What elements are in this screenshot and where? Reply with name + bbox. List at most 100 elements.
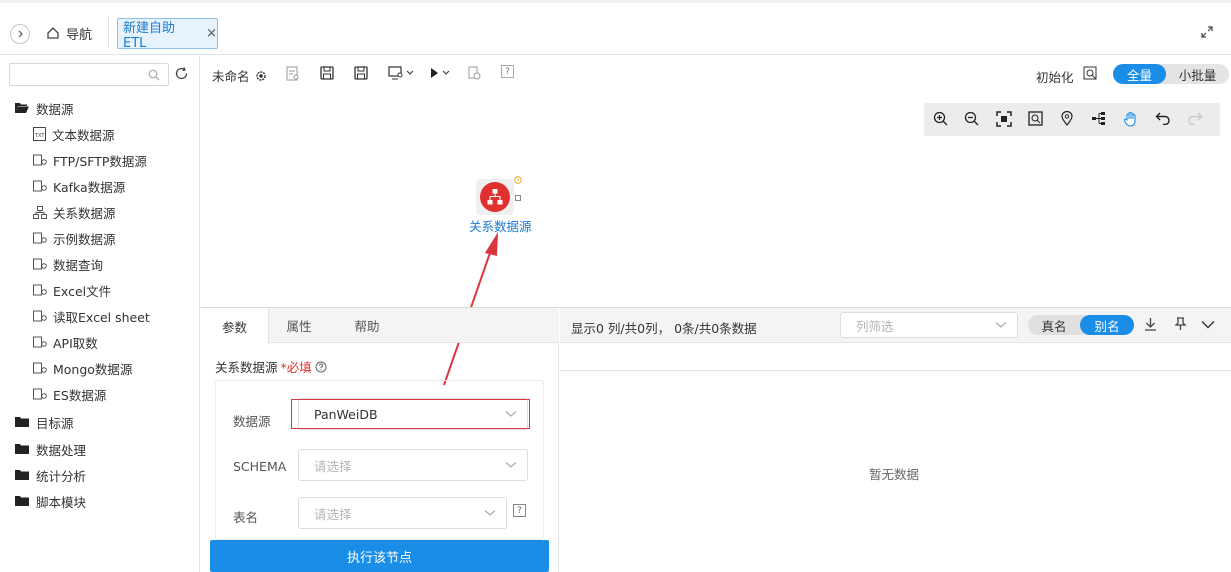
tree-item-excel-file[interactable]: Excel文件 (33, 280, 111, 300)
mode-full-button[interactable]: 全量 (1113, 64, 1166, 84)
search-field[interactable] (9, 63, 169, 86)
tree-item-label: Kafka数据源 (53, 179, 126, 195)
column-filter-select[interactable]: 列筛选 (840, 312, 1018, 338)
tree-item-kafka-datasource[interactable]: Kafka数据源 (33, 176, 125, 196)
tree-item-sample-datasource[interactable]: 示例数据源 (33, 228, 116, 248)
tree-item-label: Excel文件 (53, 283, 112, 299)
tree-folder-datasource[interactable]: 数据源 (15, 98, 74, 118)
folder-icon (15, 417, 29, 427)
actual-size-icon[interactable] (1028, 111, 1043, 126)
tree-item-label: Mongo数据源 (53, 361, 133, 377)
tree-item-label: 示例数据源 (53, 231, 116, 247)
data-header: 显示0 列/共0列， 0条/共0条数据 列筛选 真名 别名 (560, 308, 1231, 343)
datasource-icon (33, 284, 47, 296)
document-settings-icon[interactable] (286, 66, 300, 81)
pan-hand-icon[interactable] (1123, 111, 1138, 127)
help-mark: ? (517, 505, 522, 516)
save-as-icon[interactable] (354, 66, 368, 80)
preview-dropdown[interactable] (388, 66, 416, 80)
tab-attributes[interactable]: 属性 (269, 308, 329, 343)
monitor-settings-icon (388, 66, 414, 80)
info-icon[interactable] (514, 176, 522, 184)
settings-icon (255, 70, 266, 81)
close-icon[interactable]: × (206, 26, 217, 41)
tab-label: 新建自助ETL (123, 20, 176, 51)
tree-item-api-fetch[interactable]: API取数 (33, 332, 98, 352)
init-search-icon[interactable] (1083, 66, 1098, 81)
name-toggle[interactable]: 真名 别名 (1028, 315, 1134, 335)
empty-state-text: 暂无数据 (869, 467, 920, 482)
save-icon[interactable] (320, 66, 334, 80)
run-dropdown[interactable] (429, 66, 453, 80)
datasource-icon (33, 362, 47, 374)
relation-icon (33, 205, 47, 219)
node-port[interactable] (515, 195, 521, 201)
zoom-out-icon[interactable] (964, 111, 979, 126)
locate-icon[interactable] (1060, 111, 1074, 126)
help-circle-icon[interactable] (315, 361, 327, 373)
tree-item-es-datasource[interactable]: ES数据源 (33, 384, 106, 404)
tree-folder-statistics[interactable]: 统计分析 (15, 465, 86, 485)
layout-tree-icon[interactable] (1091, 111, 1106, 126)
tree-folder-label: 数据处理 (36, 442, 87, 458)
tree-item-mongo-datasource[interactable]: Mongo数据源 (33, 358, 132, 378)
chevron-down-icon (484, 510, 496, 516)
redo-icon[interactable] (1187, 111, 1203, 125)
chevron-down-icon (505, 462, 517, 468)
datasource-icon (33, 154, 47, 166)
param-panel: 参数 属性 帮助 关系数据源 *必填 数据源 PanWeiDB SCHEMA 请… (201, 308, 559, 572)
search-input[interactable] (10, 64, 140, 85)
datasource-label: 数据源 (233, 414, 271, 429)
tree-folder-scripts[interactable]: 脚本模块 (15, 491, 86, 511)
tree-item-data-query[interactable]: 数据查询 (33, 254, 103, 274)
refresh-icon[interactable] (174, 66, 189, 81)
required-label: *必填 (280, 360, 312, 375)
datasource-icon (33, 310, 47, 322)
flow-canvas[interactable]: 关系数据源 (201, 92, 1231, 308)
flow-name-label: 未命名 (212, 69, 250, 84)
tree-folder-target[interactable]: 目标源 (15, 412, 74, 432)
tree-item-relational-datasource[interactable]: 关系数据源 (33, 202, 116, 222)
table-help-button[interactable]: ? (513, 504, 526, 517)
search-icon[interactable] (148, 69, 160, 81)
tab-new-etl[interactable]: 新建自助ETL × (117, 18, 218, 51)
datasource-icon (33, 180, 47, 192)
section-title-label: 关系数据源 (215, 360, 278, 375)
folder-icon (15, 470, 29, 480)
chevron-right-icon (18, 30, 23, 38)
schema-placeholder: 请选择 (314, 458, 352, 474)
node-icon-circle (480, 182, 510, 212)
tree-folder-processing[interactable]: 数据处理 (15, 439, 86, 459)
mode-toggle[interactable]: 全量 小批量 (1113, 64, 1229, 84)
zoom-in-icon[interactable] (933, 111, 948, 126)
play-icon (431, 68, 450, 78)
sidebar: 数据源 TXT 文本数据源 FTP/SFTP数据源 Kafka数据源 关系数据源… (0, 56, 200, 572)
help-button[interactable]: ? (501, 65, 514, 78)
chevron-down-icon[interactable] (1201, 320, 1215, 329)
relation-icon (487, 189, 503, 205)
tree-item-label: FTP/SFTP数据源 (53, 153, 147, 169)
real-name-button[interactable]: 真名 (1028, 315, 1080, 335)
alias-button[interactable]: 别名 (1080, 315, 1134, 335)
nav-tab[interactable]: 导航 (46, 22, 92, 44)
undo-icon[interactable] (1155, 111, 1171, 125)
init-label: 初始化 (1036, 70, 1074, 85)
tree-item-ftp-datasource[interactable]: FTP/SFTP数据源 (33, 150, 147, 170)
text-file-icon: TXT (33, 127, 46, 141)
fullscreen-icon[interactable] (1200, 25, 1214, 39)
tree-item-excel-sheet[interactable]: 读取Excel sheet (33, 306, 150, 326)
debug-icon[interactable] (467, 66, 481, 80)
execute-node-button[interactable]: 执行该节点 (210, 540, 549, 572)
table-name-select[interactable]: 请选择 (298, 497, 507, 529)
schema-select[interactable]: 请选择 (298, 449, 528, 481)
tab-help[interactable]: 帮助 (337, 308, 397, 343)
fit-view-icon[interactable] (996, 111, 1012, 127)
sidebar-collapse-button[interactable] (10, 24, 30, 44)
tree-item-text-datasource[interactable]: TXT 文本数据源 (33, 124, 115, 144)
pin-icon[interactable] (1174, 317, 1187, 331)
flow-name[interactable]: 未命名 (212, 66, 267, 85)
section-title: 关系数据源 *必填 (215, 357, 327, 376)
tab-params[interactable]: 参数 (201, 308, 269, 344)
mode-batch-button[interactable]: 小批量 (1166, 64, 1229, 84)
download-icon[interactable] (1144, 317, 1157, 331)
